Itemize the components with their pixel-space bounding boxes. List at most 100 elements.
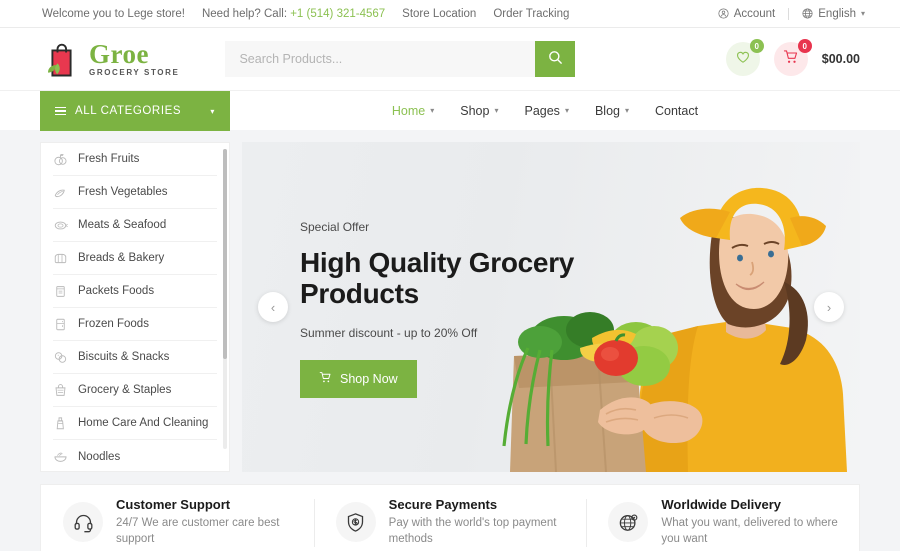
category-label: Fresh Vegetables <box>78 186 168 198</box>
cart-total: $00.00 <box>821 52 860 66</box>
category-label: Home Care And Cleaning <box>78 417 209 429</box>
hero-kicker: Special Offer <box>300 220 370 234</box>
category-scrollbar-thumb[interactable] <box>223 149 227 359</box>
globe-gear-icon <box>608 502 649 542</box>
feature-text: Customer Support 24/7 We are customer ca… <box>116 497 296 547</box>
help-call: Need help? Call: +1 (514) 321-4567 <box>202 8 385 20</box>
vegetables-icon <box>53 185 68 200</box>
nav-item-blog[interactable]: Blog ▾ <box>595 104 629 118</box>
wishlist-count-badge: 0 <box>749 39 764 53</box>
category-item-breads-bakery[interactable]: Breads & Bakery <box>53 242 217 275</box>
feature-title: Secure Payments <box>388 496 498 512</box>
category-panel: Fresh Fruits Fresh Vegetables Meats & Se… <box>40 142 230 472</box>
carousel-prev-button[interactable]: ‹ <box>258 292 288 322</box>
chevron-down-icon: ▾ <box>210 106 215 116</box>
all-categories-label: ALL CATEGORIES <box>75 105 182 117</box>
category-label: Frozen Foods <box>78 318 149 330</box>
logo-name: Groe <box>89 39 149 69</box>
meat-icon <box>53 218 68 233</box>
main-nav: ALL CATEGORIES ▾ Home ▾ Shop ▾ Pages ▾ B… <box>0 90 900 131</box>
chevron-left-icon: ‹ <box>270 299 276 315</box>
cart-button[interactable]: 0 <box>773 39 812 76</box>
category-item-grocery-staples[interactable]: Grocery & Staples <box>53 374 217 407</box>
feature-secure-payments: Secure Payments Pay with the world's top… <box>313 485 587 551</box>
all-categories-button[interactable]: ALL CATEGORIES ▾ <box>40 91 230 131</box>
header-actions: 0 0 $00.00 <box>725 39 860 76</box>
wishlist-button[interactable]: 0 <box>725 39 764 76</box>
logo-tagline: GROCERY STORE <box>89 68 180 77</box>
phone-number[interactable]: +1 (514) 321-4567 <box>290 8 385 20</box>
category-item-home-care-cleaning[interactable]: Home Care And Cleaning <box>53 407 217 440</box>
feature-desc: Pay with the world's top payment methods <box>388 516 557 545</box>
headset-icon <box>63 502 103 542</box>
nav-label: Home <box>391 103 426 118</box>
category-label: Packets Foods <box>78 285 155 297</box>
account-label: Account <box>733 7 776 20</box>
shop-now-button[interactable]: Shop Now <box>300 359 417 398</box>
category-label: Fresh Fruits <box>78 153 140 165</box>
category-label: Grocery & Staples <box>78 384 172 396</box>
frozen-icon <box>53 317 68 332</box>
category-item-packets-foods[interactable]: Packets Foods <box>53 275 217 308</box>
language-selector[interactable]: English ▾ <box>789 8 878 20</box>
packets-icon <box>53 284 68 299</box>
chevron-right-icon: › <box>826 299 832 315</box>
top-bar: Welcome you to Lege store! Need help? Ca… <box>0 0 900 28</box>
hero-title: High Quality Grocery Products <box>300 247 575 310</box>
nav-item-home[interactable]: Home ▾ <box>392 104 434 118</box>
chevron-down-icon: ▾ <box>494 106 499 115</box>
noodles-icon <box>53 449 68 464</box>
feature-desc: What you want, delivered to where you wa… <box>661 516 838 545</box>
nav-label: Blog <box>594 103 620 118</box>
logo[interactable]: Groe GROCERY STORE <box>40 38 179 80</box>
shop-now-label: Shop Now <box>340 371 398 386</box>
nav-label: Shop <box>460 103 490 118</box>
feature-title: Worldwide Delivery <box>661 496 782 512</box>
heart-icon <box>735 49 751 70</box>
user-circle-icon <box>718 8 729 19</box>
category-item-fresh-fruits[interactable]: Fresh Fruits <box>53 143 217 176</box>
search-input[interactable] <box>225 41 536 77</box>
cart-icon <box>783 49 799 70</box>
search-button[interactable] <box>535 41 576 77</box>
category-label: Noodles <box>78 450 121 463</box>
category-item-noodles[interactable]: Noodles <box>53 440 217 471</box>
nav-label: Contact <box>655 103 699 118</box>
account-link[interactable]: Account <box>705 8 789 20</box>
search-icon <box>548 50 563 68</box>
nav-item-shop[interactable]: Shop ▾ <box>460 104 498 118</box>
feature-text: Secure Payments Pay with the world's top… <box>389 497 569 547</box>
hamburger-icon <box>55 104 66 117</box>
nav-item-contact[interactable]: Contact <box>655 104 698 118</box>
language-label: English <box>818 7 856 20</box>
shopping-bag-leaf-icon <box>40 38 82 80</box>
order-tracking-link[interactable]: Order Tracking <box>493 8 569 20</box>
feature-customer-support: Customer Support 24/7 We are customer ca… <box>41 485 314 551</box>
chevron-down-icon: ▾ <box>564 106 569 115</box>
feature-text: Worldwide Delivery What you want, delive… <box>661 497 841 547</box>
fruits-icon <box>53 152 68 167</box>
feature-bar: Customer Support 24/7 We are customer ca… <box>40 484 860 551</box>
search-bar <box>225 41 576 77</box>
grocery-icon <box>53 383 68 398</box>
carousel-next-button[interactable]: › <box>814 292 844 322</box>
top-bar-right: Account English ▾ <box>705 7 878 20</box>
category-item-meats-seafood[interactable]: Meats & Seafood <box>53 209 217 242</box>
chevron-down-icon: ▾ <box>430 106 435 115</box>
store-location-link[interactable]: Store Location <box>402 8 476 20</box>
hero-banner: Special Offer High Quality Grocery Produ… <box>242 142 860 472</box>
cart-count-badge: 0 <box>797 39 812 53</box>
category-label: Biscuits & Snacks <box>78 351 170 363</box>
help-label: Need help? Call: <box>201 7 288 20</box>
category-item-frozen-foods[interactable]: Frozen Foods <box>53 308 217 341</box>
category-item-fresh-vegetables[interactable]: Fresh Vegetables <box>53 176 217 209</box>
feature-worldwide-delivery: Worldwide Delivery What you want, delive… <box>586 485 859 551</box>
category-item-biscuits-snacks[interactable]: Biscuits & Snacks <box>53 341 217 374</box>
site-header: Groe GROCERY STORE 0 0 $00.00 <box>0 28 900 90</box>
cart-icon <box>319 371 332 387</box>
nav-item-pages[interactable]: Pages ▾ <box>524 104 568 118</box>
hero-subtitle: Summer discount - up to 20% Off <box>300 325 478 340</box>
category-list: Fresh Fruits Fresh Vegetables Meats & Se… <box>41 143 229 471</box>
globe-icon <box>802 8 813 19</box>
feature-title: Customer Support <box>116 496 231 512</box>
